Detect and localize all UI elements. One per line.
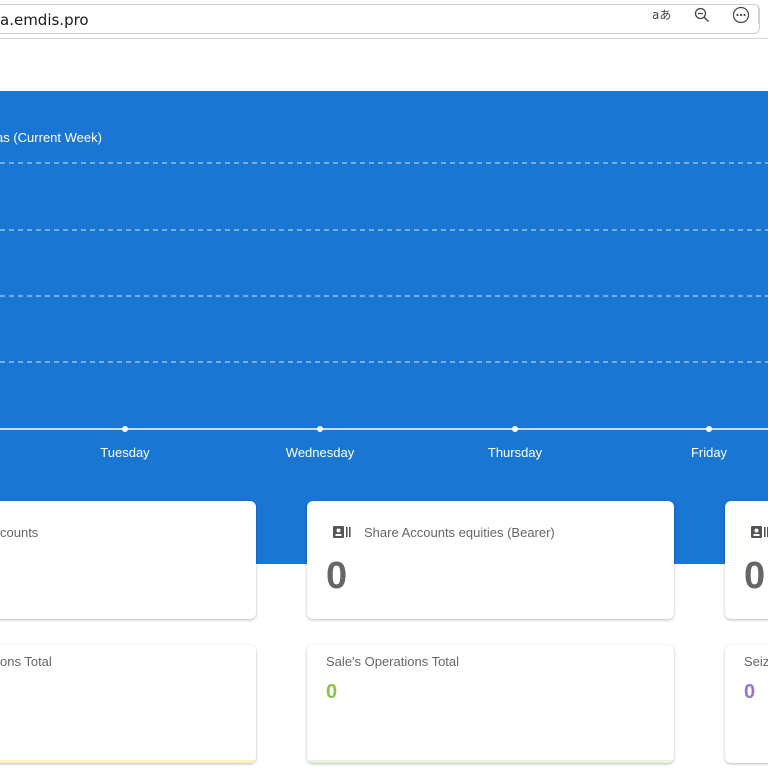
data-point xyxy=(706,426,712,432)
x-tick-label: Tuesday xyxy=(100,445,150,460)
card-value: 0 xyxy=(326,681,338,703)
card-label: Share Accounts equities (Bearer) xyxy=(364,525,555,540)
operations-total-card[interactable]: ons Total xyxy=(0,645,256,763)
weekly-line-chart: Tuesday Wednesday Thursday Friday xyxy=(0,162,768,460)
card-accent-line xyxy=(307,760,674,763)
x-tick-label: Friday xyxy=(691,445,728,460)
svg-text:aあ: aあ xyxy=(652,8,671,22)
card-label: Seiz xyxy=(744,654,768,669)
third-card[interactable]: 0 xyxy=(725,501,768,619)
card-label: Sale's Operations Total xyxy=(326,654,460,669)
id-card-icon xyxy=(751,526,768,538)
dashboard-hero: as (Current Week) Tuesday Wednesday Thur… xyxy=(0,91,768,564)
share-accounts-card[interactable]: Share Accounts equities (Bearer) 0 xyxy=(307,501,674,619)
x-tick-label: Wednesday xyxy=(286,445,355,460)
data-point xyxy=(122,426,128,432)
card-label: ons Total xyxy=(0,654,52,669)
data-point xyxy=(317,426,323,432)
x-tick-label: Thursday xyxy=(488,445,543,460)
card-label: counts xyxy=(0,525,39,540)
card-value: 0 xyxy=(744,555,766,597)
sales-operations-card[interactable]: Sale's Operations Total 0 xyxy=(307,645,674,763)
id-card-icon xyxy=(333,526,351,538)
toolbar-separator xyxy=(758,6,759,24)
card-value: 0 xyxy=(326,555,348,597)
browser-toolbar: a.emdis.pro aあ xyxy=(0,0,768,39)
accounts-card[interactable]: counts xyxy=(0,501,256,619)
data-point xyxy=(512,426,518,432)
card-value: 0 xyxy=(744,681,756,703)
translate-icon[interactable]: aあ xyxy=(651,5,673,25)
zoom-out-icon[interactable] xyxy=(691,5,713,25)
url-text[interactable]: a.emdis.pro xyxy=(0,11,89,29)
more-options-icon[interactable] xyxy=(730,5,752,25)
seizures-card[interactable]: Seiz 0 xyxy=(725,645,768,763)
address-bar[interactable]: a.emdis.pro xyxy=(0,4,760,34)
card-accent-line xyxy=(0,760,256,763)
